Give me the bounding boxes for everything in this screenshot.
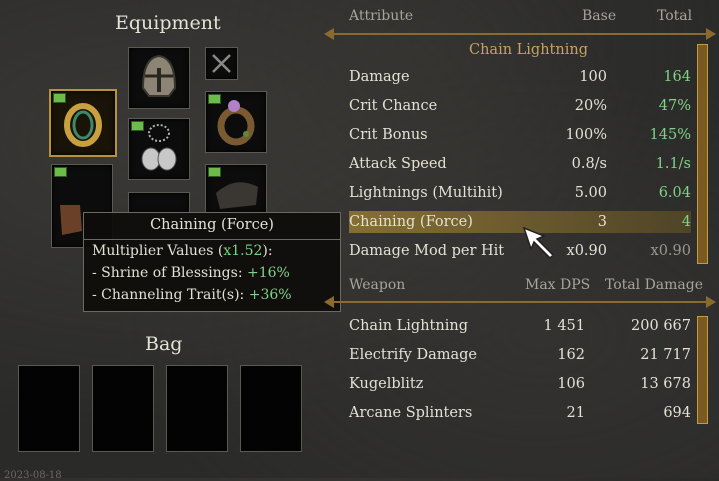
attribute-total: 1.1/s (655, 156, 691, 172)
weapon-label: Arcane Splinters (349, 405, 473, 421)
weapon-dps: 21 (566, 405, 585, 421)
tooltip-multiplier-label: Multiplier Values ( (92, 243, 224, 259)
weapons-divider (324, 296, 716, 308)
attribute-row-attack-speed: Attack Speed 0.8/s 1.1/s (349, 153, 691, 175)
weapon-dps: 1 451 (543, 318, 585, 334)
weapon-row-electrify: Electrify Damage 162 21 717 (349, 344, 691, 366)
attribute-total: 47% (658, 98, 691, 114)
attribute-label: Damage (349, 69, 410, 85)
helmet-icon (141, 54, 177, 97)
attributes-scrollbar[interactable] (697, 44, 708, 264)
attribute-column-header: Attribute (349, 8, 414, 24)
equipment-slot-ring-flower[interactable] (205, 91, 267, 153)
tooltip-title: Chaining (Force) (150, 217, 274, 233)
close-icon (212, 54, 231, 73)
equipment-slot-ring-selected[interactable] (49, 89, 117, 157)
ring-icon (217, 100, 255, 146)
tooltip-line2-value: +36% (248, 287, 292, 303)
bag-slot[interactable] (92, 365, 154, 452)
max-dps-column-header: Max DPS (525, 277, 591, 293)
attribute-label: Lightnings (Multihit) (349, 185, 503, 201)
equipment-slot-empty[interactable] (205, 47, 238, 80)
attribute-total: 164 (663, 69, 691, 85)
tooltip-line1-label: - Shrine of Blessings: (92, 265, 247, 281)
attribute-total: 6.04 (658, 185, 691, 201)
equipment-title: Equipment (115, 12, 221, 34)
tooltip-line-trait: - Channeling Trait(s): +36% (92, 287, 292, 303)
base-column-header: Base (582, 8, 617, 24)
bag-title: Bag (145, 333, 183, 355)
tooltip-multiplier-value: x1.52 (223, 243, 263, 259)
attribute-base: 5.00 (574, 185, 607, 201)
attribute-base: 100% (565, 127, 607, 143)
ring-icon (64, 103, 102, 147)
equipment-slot-chest[interactable] (128, 192, 190, 214)
attribute-base: x0.90 (566, 243, 607, 259)
tooltip-multiplier-suffix: ): (262, 243, 273, 259)
attribute-total: 4 (681, 214, 691, 230)
bag-slot[interactable] (18, 365, 80, 452)
weapon-damage: 694 (663, 405, 691, 421)
tooltip-line-shrine: - Shrine of Blessings: +16% (92, 265, 290, 281)
attribute-total: 145% (649, 127, 691, 143)
weapon-column-header: Weapon (349, 277, 406, 293)
attribute-row-damage: Damage 100 164 (349, 66, 691, 88)
tooltip-divider (84, 239, 340, 240)
weapons-scrollbar[interactable] (697, 316, 708, 424)
attribute-base: 20% (574, 98, 607, 114)
attribute-row-lightnings: Lightnings (Multihit) 5.00 6.04 (349, 182, 691, 204)
attribute-base: 100 (579, 69, 607, 85)
tooltip-multiplier-line: Multiplier Values (x1.52): (92, 243, 273, 259)
attribute-label: Crit Chance (349, 98, 438, 114)
attribute-row-crit-chance: Crit Chance 20% 47% (349, 95, 691, 117)
attribute-label: Damage Mod per Hit (349, 243, 505, 259)
attribute-label: Crit Bonus (349, 127, 428, 143)
attribute-row-crit-bonus: Crit Bonus 100% 145% (349, 124, 691, 146)
equipment-slot-amulet[interactable] (128, 118, 190, 180)
tooltip-line1-value: +16% (247, 265, 290, 281)
footer-date: 2023-08-18 (4, 470, 62, 481)
weapon-dps: 106 (557, 376, 585, 392)
attributes-divider (324, 28, 716, 40)
attribute-tooltip: Chaining (Force) Multiplier Values (x1.5… (83, 212, 341, 312)
attribute-base: 0.8/s (571, 156, 607, 172)
mouse-cursor-icon (522, 226, 555, 260)
weapon-damage: 21 717 (640, 347, 691, 363)
weapon-dps: 162 (557, 347, 585, 363)
weapon-label: Kugelblitz (349, 376, 424, 392)
total-column-header: Total (657, 8, 693, 24)
attribute-label: Chaining (Force) (349, 214, 473, 230)
weapon-row-kugelblitz: Kugelblitz 106 13 678 (349, 373, 691, 395)
attribute-base: 3 (597, 214, 607, 230)
bag-slot[interactable] (166, 365, 228, 452)
bag-slot[interactable] (240, 365, 302, 452)
tooltip-line2-label: - Channeling Trait(s): (92, 287, 249, 303)
attribute-row-damage-mod: Damage Mod per Hit x0.90 x0.90 (349, 240, 691, 262)
weapon-damage: 13 678 (640, 376, 691, 392)
gloves-icon (216, 182, 258, 209)
weapon-row-arcane-splinters: Arcane Splinters 21 694 (349, 402, 691, 424)
total-damage-column-header: Total Damage (605, 277, 704, 293)
weapon-label: Electrify Damage (349, 347, 478, 363)
attribute-row-chaining[interactable]: Chaining (Force) 3 4 (349, 211, 691, 233)
equipment-slot-helmet[interactable] (128, 47, 190, 109)
skill-title: Chain Lightning (469, 42, 588, 58)
attribute-total: x0.90 (650, 243, 691, 259)
attribute-label: Attack Speed (349, 156, 447, 172)
weapon-label: Chain Lightning (349, 318, 468, 334)
amulet-icon (141, 124, 177, 171)
equipment-slot-gloves[interactable] (205, 164, 267, 214)
weapon-damage: 200 667 (631, 318, 691, 334)
weapon-row-chain-lightning: Chain Lightning 1 451 200 667 (349, 315, 691, 337)
